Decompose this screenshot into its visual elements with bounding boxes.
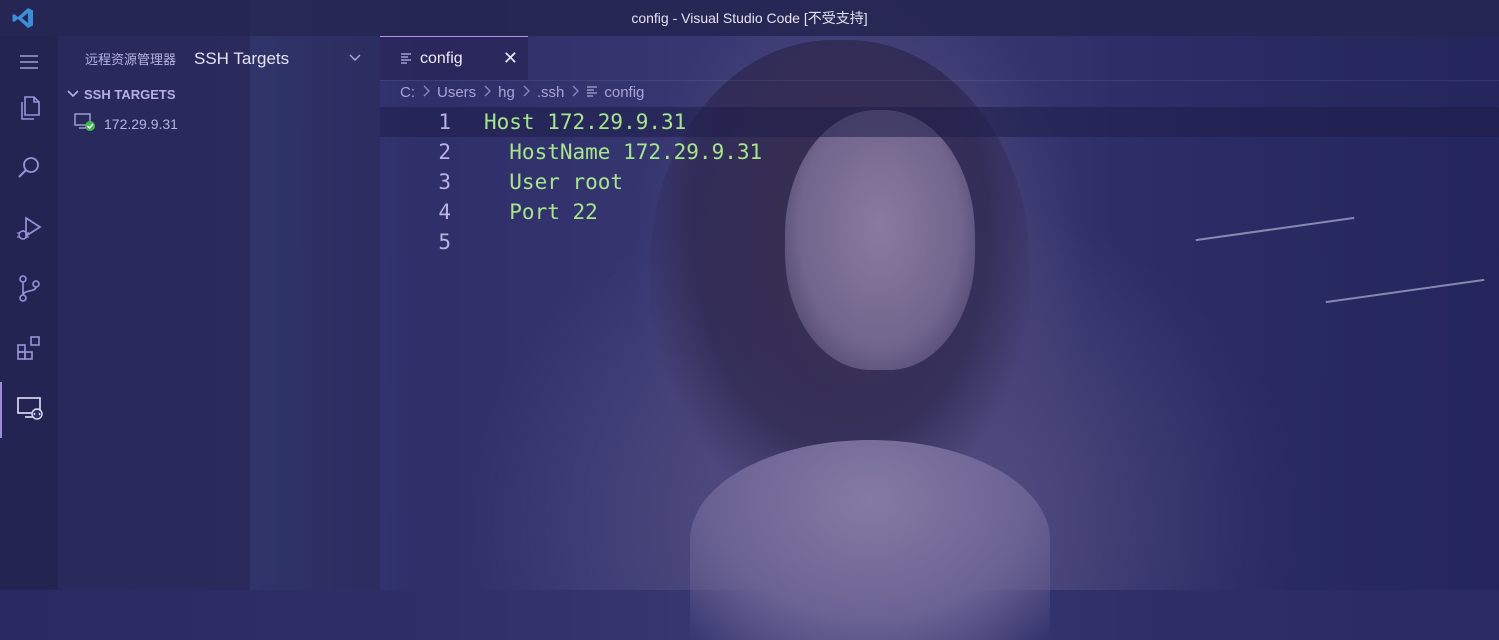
run-debug-button[interactable] [0, 202, 58, 258]
chevron-down-icon [348, 50, 362, 69]
code-text: Host 172.29.9.31 [484, 110, 687, 134]
explorer-icon [14, 93, 44, 128]
activity-bar [0, 36, 58, 590]
code-text: HostName 172.29.9.31 [484, 140, 763, 164]
breadcrumb: C: Users hg .ssh config [400, 84, 644, 101]
source-control-icon [14, 273, 44, 308]
line-number: 4 [438, 200, 451, 224]
breadcrumb-item[interactable]: C: [400, 84, 415, 101]
line-number: 1 [438, 110, 451, 134]
run-debug-icon [14, 213, 44, 248]
breadcrumb-item[interactable]: config [604, 84, 644, 101]
sidebar-view-title: 远程资源管理器 [85, 51, 177, 67]
remote-explorer-icon [15, 393, 45, 428]
code-text: User root [484, 170, 624, 194]
line-number: 2 [438, 140, 451, 164]
chevron-right-icon [570, 84, 580, 101]
search-icon [14, 153, 44, 188]
code-editor[interactable]: 1 Host 172.29.9.31 2 HostName 172.29.9.3… [380, 107, 1499, 257]
line-number: 5 [438, 230, 451, 254]
code-text: Port 22 [484, 200, 598, 224]
editor-area: config ✕ C: Users hg .ssh config 1 Host … [380, 36, 1499, 590]
remote-explorer-button[interactable] [0, 382, 58, 438]
window-title: config - Visual Studio Code [不受支持] [631, 10, 868, 26]
search-button[interactable] [0, 142, 58, 198]
chevron-right-icon [521, 84, 531, 101]
vscode-logo-icon [11, 6, 35, 30]
code-line[interactable]: 5 [380, 227, 1499, 257]
editor-tabs: config ✕ [380, 36, 1499, 81]
source-control-button[interactable] [0, 262, 58, 318]
tab-config[interactable]: config ✕ [380, 36, 528, 80]
remote-targets-select[interactable]: SSH Targets [188, 46, 368, 72]
extensions-icon [14, 333, 44, 368]
code-line[interactable]: 3 User root [380, 167, 1499, 197]
remote-targets-select-value: SSH Targets [194, 49, 290, 68]
chevron-right-icon [421, 84, 431, 101]
code-line[interactable]: 4 Port 22 [380, 197, 1499, 227]
ssh-host-label: 172.29.9.31 [104, 115, 178, 132]
explorer-button[interactable] [0, 82, 58, 138]
chevron-right-icon [482, 84, 492, 101]
code-line[interactable]: 2 HostName 172.29.9.31 [380, 137, 1499, 167]
ssh-targets-section-title: SSH TARGETS [84, 87, 176, 102]
sidebar: 远程资源管理器 SSH Targets SSH TARGETS 172.29.9… [58, 36, 380, 590]
chevron-down-icon [66, 86, 80, 103]
sidebar-header: 远程资源管理器 SSH Targets [58, 36, 380, 80]
tab-label: config [420, 49, 463, 67]
ssh-host-item[interactable]: 172.29.9.31 [74, 112, 178, 135]
line-number: 3 [438, 170, 451, 194]
close-icon[interactable]: ✕ [503, 48, 518, 69]
file-text-icon [400, 51, 412, 67]
remote-connected-icon [74, 112, 96, 135]
file-text-icon [586, 84, 598, 101]
extensions-button[interactable] [0, 322, 58, 378]
breadcrumb-item[interactable]: hg [498, 84, 515, 101]
title-bar: config - Visual Studio Code [不受支持] [0, 0, 1499, 36]
breadcrumb-item[interactable]: .ssh [537, 84, 565, 101]
breadcrumb-item[interactable]: Users [437, 84, 476, 101]
menu-icon [14, 47, 44, 82]
ssh-targets-section-header[interactable]: SSH TARGETS [66, 86, 176, 103]
code-line[interactable]: 1 Host 172.29.9.31 [380, 107, 1499, 137]
